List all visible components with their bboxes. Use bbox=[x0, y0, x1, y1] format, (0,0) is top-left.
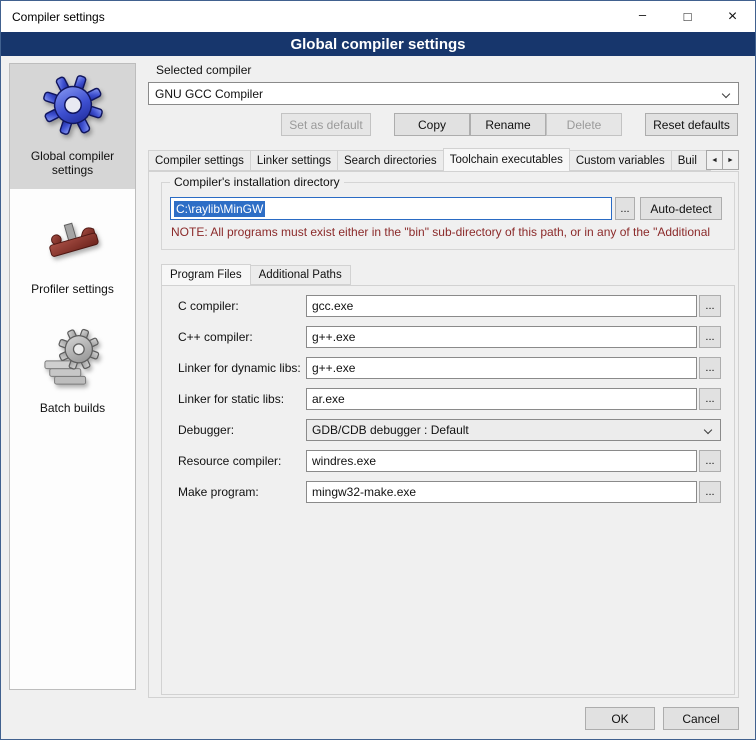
close-button[interactable]: × bbox=[710, 1, 755, 32]
selected-compiler-combobox[interactable]: GNU GCC Compiler bbox=[148, 82, 739, 105]
cpp-compiler-input[interactable]: g++.exe bbox=[306, 326, 697, 348]
field-row-debugger: Debugger: GDB/CDB debugger : Default bbox=[178, 419, 721, 441]
subtab-program-files[interactable]: Program Files bbox=[161, 264, 251, 286]
profiler-icon bbox=[42, 207, 104, 269]
field-row-resource-compiler: Resource compiler: windres.exe ... bbox=[178, 450, 721, 472]
dynamic-linker-input[interactable]: g++.exe bbox=[306, 357, 697, 379]
batch-builds-icon bbox=[42, 326, 104, 388]
field-row-make-program: Make program: mingw32-make.exe ... bbox=[178, 481, 721, 503]
tab-toolchain-executables[interactable]: Toolchain executables bbox=[443, 148, 570, 172]
ok-button[interactable]: OK bbox=[585, 707, 655, 730]
field-label: Linker for static libs: bbox=[178, 392, 306, 406]
browse-button[interactable]: ... bbox=[699, 357, 721, 379]
browse-button[interactable]: ... bbox=[699, 450, 721, 472]
copy-button[interactable]: Copy bbox=[394, 113, 470, 136]
main-panel: Selected compiler GNU GCC Compiler Set a… bbox=[148, 63, 739, 698]
dialog-footer: OK Cancel bbox=[585, 707, 739, 730]
settings-tabbar: Compiler settings Linker settings Search… bbox=[148, 147, 739, 171]
compiler-settings-window: Compiler settings – □ × Global compiler … bbox=[0, 0, 756, 740]
sidebar-item-profiler-settings[interactable]: Profiler settings bbox=[10, 197, 135, 308]
chevron-down-icon bbox=[722, 90, 730, 98]
field-label: Debugger: bbox=[178, 423, 306, 437]
field-row-dynamic-linker: Linker for dynamic libs: g++.exe ... bbox=[178, 357, 721, 379]
field-label: C++ compiler: bbox=[178, 330, 306, 344]
static-linker-input[interactable]: ar.exe bbox=[306, 388, 697, 410]
window-controls: – □ × bbox=[620, 1, 755, 32]
compiler-actions: Set as default Copy Rename Delete Reset … bbox=[148, 113, 739, 136]
field-row-c-compiler: C compiler: gcc.exe ... bbox=[178, 295, 721, 317]
resource-compiler-input[interactable]: windres.exe bbox=[306, 450, 697, 472]
close-icon: × bbox=[728, 8, 737, 26]
browse-button[interactable]: ... bbox=[699, 295, 721, 317]
minimize-icon: – bbox=[639, 7, 646, 22]
browse-directory-button[interactable]: ... bbox=[615, 197, 635, 220]
tab-compiler-settings[interactable]: Compiler settings bbox=[148, 150, 251, 171]
tab-search-directories[interactable]: Search directories bbox=[337, 150, 444, 171]
field-label: Resource compiler: bbox=[178, 454, 306, 468]
delete-button[interactable]: Delete bbox=[546, 113, 622, 136]
chevron-down-icon bbox=[704, 426, 712, 434]
browse-button[interactable]: ... bbox=[699, 326, 721, 348]
installation-directory-row: C:\raylib\MinGW ... Auto-detect bbox=[170, 197, 722, 220]
dialog-content: Global compiler settings bbox=[1, 56, 755, 739]
field-row-cpp-compiler: C++ compiler: g++.exe ... bbox=[178, 326, 721, 348]
field-label: C compiler: bbox=[178, 299, 306, 313]
selected-compiler-value: GNU GCC Compiler bbox=[155, 87, 263, 101]
auto-detect-button[interactable]: Auto-detect bbox=[640, 197, 722, 220]
program-files-panel: C compiler: gcc.exe ... C++ compiler: g+… bbox=[161, 285, 735, 695]
tab-scroll-left-icon[interactable]: ◄ bbox=[706, 150, 723, 170]
debugger-value: GDB/CDB debugger : Default bbox=[312, 423, 469, 437]
make-program-input[interactable]: mingw32-make.exe bbox=[306, 481, 697, 503]
installation-directory-value: C:\raylib\MinGW bbox=[174, 201, 265, 217]
set-as-default-button[interactable]: Set as default bbox=[281, 113, 371, 136]
c-compiler-input[interactable]: gcc.exe bbox=[306, 295, 697, 317]
installation-note: NOTE: All programs must exist either in … bbox=[171, 225, 722, 239]
sidebar-item-label: Batch builds bbox=[40, 401, 105, 415]
browse-button[interactable]: ... bbox=[699, 388, 721, 410]
installation-directory-input[interactable]: C:\raylib\MinGW bbox=[170, 197, 612, 220]
tab-linker-settings[interactable]: Linker settings bbox=[250, 150, 338, 171]
settings-sidebar: Global compiler settings bbox=[9, 63, 136, 690]
installation-directory-title: Compiler's installation directory bbox=[170, 175, 344, 189]
page-title: Global compiler settings bbox=[1, 32, 755, 56]
tab-scroll-buttons: ◄ ► bbox=[707, 150, 739, 170]
selected-compiler-label: Selected compiler bbox=[156, 63, 739, 77]
installation-directory-group: Compiler's installation directory C:\ray… bbox=[161, 182, 735, 250]
title-bar: Compiler settings – □ × bbox=[1, 1, 755, 32]
tab-custom-variables[interactable]: Custom variables bbox=[569, 150, 672, 171]
program-subtabbar: Program Files Additional Paths bbox=[161, 263, 735, 285]
browse-button[interactable]: ... bbox=[699, 481, 721, 503]
tab-build-options[interactable]: Buil bbox=[671, 150, 711, 171]
subtab-additional-paths[interactable]: Additional Paths bbox=[250, 265, 351, 285]
debugger-select[interactable]: GDB/CDB debugger : Default bbox=[306, 419, 721, 441]
minimize-button[interactable]: – bbox=[620, 1, 665, 32]
window-title: Compiler settings bbox=[12, 10, 105, 24]
cancel-button[interactable]: Cancel bbox=[663, 707, 739, 730]
reset-defaults-button[interactable]: Reset defaults bbox=[645, 113, 738, 136]
maximize-icon: □ bbox=[684, 9, 692, 24]
maximize-button[interactable]: □ bbox=[665, 1, 710, 32]
field-label: Make program: bbox=[178, 485, 306, 499]
field-label: Linker for dynamic libs: bbox=[178, 361, 306, 375]
sidebar-item-global-compiler-settings[interactable]: Global compiler settings bbox=[10, 64, 135, 189]
sidebar-item-label: Global compiler settings bbox=[12, 149, 133, 177]
toolchain-executables-panel: Compiler's installation directory C:\ray… bbox=[148, 171, 739, 698]
gear-icon bbox=[42, 74, 104, 136]
sidebar-item-label: Profiler settings bbox=[31, 282, 114, 296]
sidebar-item-batch-builds[interactable]: Batch builds bbox=[10, 316, 135, 427]
rename-button[interactable]: Rename bbox=[470, 113, 546, 136]
tab-scroll-right-icon[interactable]: ► bbox=[722, 150, 739, 170]
field-row-static-linker: Linker for static libs: ar.exe ... bbox=[178, 388, 721, 410]
